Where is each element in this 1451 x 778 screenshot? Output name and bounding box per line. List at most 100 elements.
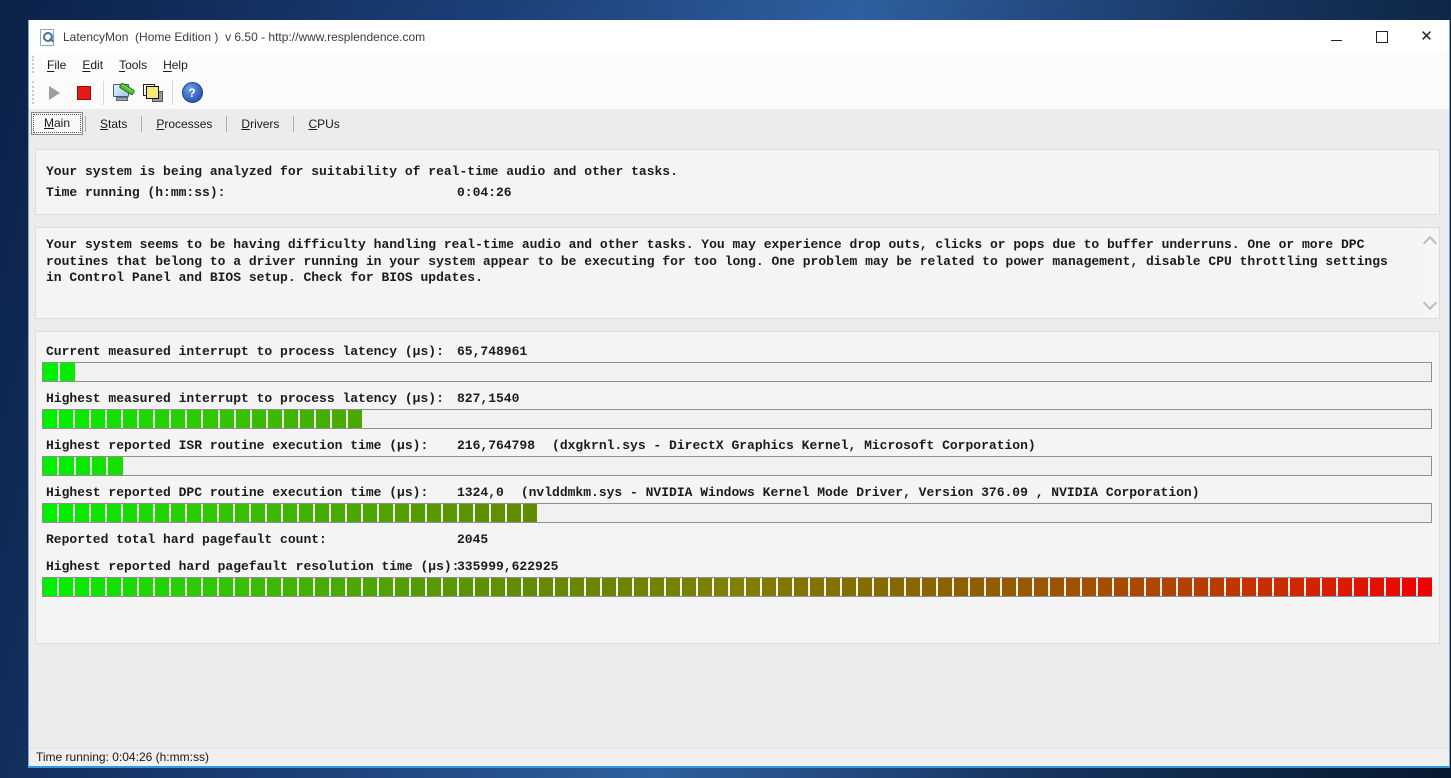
minimize-button[interactable] bbox=[1314, 20, 1359, 53]
help-button[interactable]: ? bbox=[177, 79, 207, 107]
toolbar-separator bbox=[172, 80, 173, 105]
close-icon: ✕ bbox=[1420, 28, 1433, 45]
latency-bar-segment bbox=[1145, 578, 1160, 596]
latency-bar-segment bbox=[155, 410, 170, 428]
latency-bar-segment bbox=[138, 578, 153, 596]
latency-bar-segment bbox=[538, 578, 553, 596]
latency-bar-segment bbox=[171, 410, 186, 428]
latency-bar-segment bbox=[970, 578, 985, 596]
toolbar-gripper[interactable] bbox=[32, 80, 34, 105]
toolbar: ? bbox=[29, 76, 1449, 110]
close-button[interactable]: ✕ bbox=[1404, 20, 1449, 53]
latency-bar-segment bbox=[506, 578, 521, 596]
latency-bar-segment bbox=[1097, 578, 1112, 596]
latency-bar bbox=[43, 578, 1432, 596]
latency-bar-segment bbox=[1066, 578, 1080, 596]
report-scrollbar[interactable] bbox=[1422, 229, 1438, 317]
latency-bar-segment bbox=[235, 410, 250, 428]
latency-bar-segment bbox=[618, 578, 633, 596]
latency-bar-segment bbox=[91, 504, 106, 522]
menu-item-file[interactable]: File bbox=[39, 56, 74, 74]
latency-bar-segment bbox=[491, 504, 506, 522]
latency-bar-segment bbox=[826, 578, 841, 596]
latency-bar-track bbox=[42, 456, 1432, 476]
measurement-label: Highest reported ISR routine execution t… bbox=[46, 438, 429, 453]
latency-bar-segment bbox=[315, 504, 330, 522]
menu-item-help[interactable]: Help bbox=[155, 56, 196, 74]
stop-monitor-button[interactable] bbox=[69, 79, 99, 107]
measurement-row: Current measured interrupt to process la… bbox=[36, 341, 1439, 362]
measurement-label: Highest reported hard pagefault resoluti… bbox=[46, 559, 460, 574]
latency-bar-segment bbox=[1081, 578, 1096, 596]
analysis-status-line: Your system is being analyzed for suitab… bbox=[46, 164, 678, 179]
time-running-label: Time running (h:mm:ss): bbox=[46, 185, 226, 200]
start-monitor-button[interactable] bbox=[39, 79, 69, 107]
latencymon-window: LatencyMon (Home Edition ) v 6.50 - http… bbox=[28, 20, 1450, 768]
latency-bar-segment bbox=[219, 410, 234, 428]
tab-bar: Main Stats Processes Drivers CPUs bbox=[29, 110, 1449, 135]
latency-bar-segment bbox=[794, 578, 809, 596]
measurement-value: 1324,0 bbox=[457, 485, 504, 500]
layered-squares-icon bbox=[143, 83, 163, 102]
latency-bar-segment bbox=[1209, 578, 1224, 596]
measurement-row: Highest reported DPC routine execution t… bbox=[36, 482, 1439, 503]
latency-bar-segment bbox=[1193, 578, 1208, 596]
latency-bar-segment bbox=[1034, 578, 1049, 596]
latency-bar-segment bbox=[202, 578, 217, 596]
latency-bar-segment bbox=[347, 410, 362, 428]
menu-item-tools[interactable]: Tools bbox=[111, 56, 155, 74]
latency-bar-segment bbox=[123, 410, 138, 428]
latency-bar-segment bbox=[92, 457, 107, 475]
measurement-row: Highest measured interrupt to process la… bbox=[36, 388, 1439, 409]
copy-report-button[interactable] bbox=[138, 79, 168, 107]
analysis-status-panel: Your system is being analyzed for suitab… bbox=[35, 149, 1440, 215]
options-button[interactable] bbox=[108, 79, 138, 107]
latency-bar-track bbox=[42, 503, 1432, 523]
latency-bar-segment bbox=[426, 578, 441, 596]
scroll-up-icon[interactable] bbox=[1422, 235, 1438, 251]
latency-bar-segment bbox=[586, 578, 601, 596]
latency-bar-segment bbox=[108, 457, 123, 475]
latency-bar-segment bbox=[43, 363, 58, 381]
latency-bar-track bbox=[42, 409, 1432, 429]
tab-processes[interactable]: Processes bbox=[144, 114, 224, 135]
tab-drivers[interactable]: Drivers bbox=[229, 114, 291, 135]
latency-bar-segment bbox=[411, 504, 426, 522]
latency-bar-segment bbox=[299, 504, 314, 522]
latency-bar-segment bbox=[762, 578, 777, 596]
tab-stats[interactable]: Stats bbox=[88, 114, 139, 135]
latency-bar-segment bbox=[1289, 578, 1304, 596]
latency-bar-segment bbox=[122, 578, 137, 596]
latency-bar-segment bbox=[43, 457, 58, 475]
tab-main[interactable]: Main bbox=[31, 112, 84, 135]
status-bar-text: Time running: 0:04:26 (h:mm:ss) bbox=[36, 750, 209, 764]
latency-bar-segment bbox=[474, 578, 489, 596]
latency-bar-segment bbox=[1273, 578, 1288, 596]
scroll-down-icon[interactable] bbox=[1422, 295, 1438, 311]
latency-bar-segment bbox=[379, 504, 394, 522]
latency-bar-segment bbox=[75, 457, 91, 475]
maximize-button[interactable] bbox=[1359, 20, 1404, 53]
menubar-gripper[interactable] bbox=[32, 56, 34, 73]
latency-bar-segment bbox=[890, 578, 905, 596]
latency-bar-segment bbox=[1417, 578, 1432, 596]
latency-bar-segment bbox=[59, 504, 74, 522]
latency-bar-segment bbox=[187, 504, 202, 522]
latency-bar-segment bbox=[203, 410, 218, 428]
latency-bar-segment bbox=[282, 578, 297, 596]
latency-bar-segment bbox=[1161, 578, 1176, 596]
menu-item-edit[interactable]: Edit bbox=[74, 56, 111, 74]
latency-bar-segment bbox=[490, 578, 505, 596]
measurement-value: 335999,622925 bbox=[457, 559, 559, 574]
latency-bar-segment bbox=[938, 578, 953, 596]
tab-cpus[interactable]: CPUs bbox=[296, 114, 351, 135]
latency-bar-segment bbox=[75, 504, 90, 522]
latency-bar bbox=[43, 504, 538, 522]
latency-bar-segment bbox=[251, 504, 266, 522]
latency-bar-segment bbox=[347, 504, 362, 522]
latency-bar-segment bbox=[842, 578, 857, 596]
measurement-label: Highest measured interrupt to process la… bbox=[46, 391, 444, 406]
latency-bar-segment bbox=[1321, 578, 1336, 596]
maximize-icon bbox=[1375, 30, 1388, 43]
latency-bar-segment bbox=[267, 504, 282, 522]
